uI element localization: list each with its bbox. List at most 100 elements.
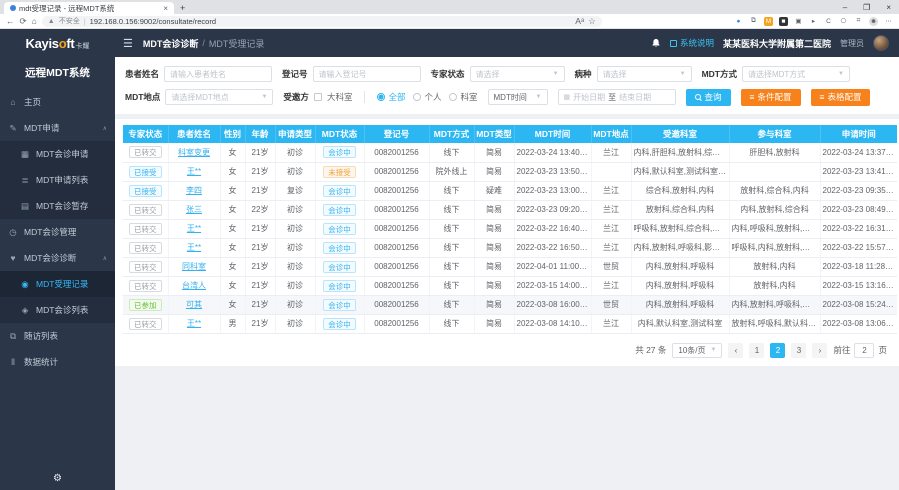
records-table-body: 已转交科室变更女21岁初诊会诊中0082001256线下简易2022-03-24… — [123, 143, 897, 333]
joined-departments-cell: 内科,放射科,综合科 — [729, 200, 820, 219]
breadcrumb-parent[interactable]: MDT会诊诊断 — [143, 37, 199, 50]
extensions-puzzle-icon[interactable]: ⌗ — [854, 17, 863, 26]
apply-type-cell: 初诊 — [275, 200, 315, 219]
sidebar-item-5[interactable]: ◷MDT会诊管理 — [0, 219, 115, 245]
registration-no-input[interactable] — [319, 70, 415, 79]
media-icon[interactable]: ▸ — [809, 17, 818, 26]
sidebar-item-1[interactable]: ✎MDT申请∧ — [0, 115, 115, 141]
sidebar-item-3[interactable]: ≣MDT申请列表 — [0, 167, 115, 193]
big-department-checkbox[interactable] — [314, 93, 322, 101]
gender-cell: 女 — [220, 219, 245, 238]
sidebar-item-9[interactable]: ⧉随访列表 — [0, 323, 115, 349]
mdt-time-cell: 2022-04-01 11:00:00 — [514, 257, 591, 276]
main-content: 患者姓名 登记号 专家状态 请选择▼ 病种 请选择▼ MDT方式 请选择 — [115, 57, 899, 490]
sidebar-item-label: MDT会诊诊断 — [24, 252, 76, 264]
invitee-radio-2[interactable]: 科室 — [449, 91, 477, 103]
goto-suffix: 页 — [878, 344, 887, 356]
status-tag: 会诊中 — [323, 223, 356, 235]
patient-name-link[interactable]: 王** — [187, 319, 201, 328]
window-maximize-button[interactable]: ❐ — [855, 3, 878, 12]
tab-close-icon[interactable]: × — [163, 4, 168, 13]
extension-dark-icon[interactable]: ■ — [779, 17, 788, 26]
search-button[interactable]: 查询 — [686, 89, 731, 106]
copy-icon[interactable]: ⧉ — [749, 17, 758, 26]
home-icon[interactable]: ⌂ — [32, 16, 37, 26]
mdt-type-cell: 简易 — [474, 238, 514, 257]
sync-icon[interactable]: C — [824, 17, 833, 26]
user-avatar[interactable] — [873, 35, 889, 51]
page-button-2[interactable]: 2 — [770, 343, 785, 358]
radio-icon — [449, 93, 457, 101]
disease-select[interactable]: 请选择▼ — [597, 66, 692, 82]
table-config-button[interactable]: ≡表格配置 — [811, 89, 871, 106]
sidebar-item-label: 随访列表 — [24, 330, 58, 342]
page-size-select[interactable]: 10条/页 ▼ — [672, 343, 722, 358]
refresh-icon[interactable]: ⟳ — [20, 16, 27, 27]
browser-tab[interactable]: mdt受理记录 - 远程MDT系统 × — [4, 2, 174, 14]
column-header: MDT状态 — [315, 125, 364, 143]
apply-type-cell: 初诊 — [275, 238, 315, 257]
sidebar-item-4[interactable]: ▤MDT会诊暂存 — [0, 193, 115, 219]
expert-status-cell: 已转交 — [123, 238, 168, 257]
screenshot-icon[interactable]: ▣ — [794, 17, 803, 26]
notification-bell-icon[interactable] — [651, 38, 661, 48]
next-page-button[interactable]: › — [812, 343, 827, 358]
patient-name-link[interactable]: 科室变更 — [178, 148, 210, 157]
sidebar-item-0[interactable]: ⌂主页 — [0, 89, 115, 115]
browser-menu-icon[interactable]: ⋯ — [884, 17, 893, 26]
sidebar-item-7[interactable]: ◉MDT受理记录 — [0, 271, 115, 297]
table-row: 已转交科室变更女21岁初诊会诊中0082001256线下简易2022-03-24… — [123, 143, 897, 162]
system-help-link[interactable]: 系统说明 — [670, 37, 714, 49]
url-field[interactable]: ▲ 不安全 | 192.168.0.156:9002/consultate/re… — [42, 16, 602, 27]
user-role[interactable]: 管理员 — [840, 38, 864, 49]
sidebar-item-2[interactable]: ▦MDT会诊申请 — [0, 141, 115, 167]
disease-placeholder: 请选择 — [603, 69, 627, 80]
patient-name-cell: 王** — [168, 219, 220, 238]
mdt-location-select[interactable]: 请选择MDT地点▼ — [165, 89, 273, 105]
patient-name-link[interactable]: 王** — [187, 167, 201, 176]
patient-name-link[interactable]: 可其 — [186, 300, 202, 309]
mdt-time-cell: 2022-03-08 16:00:00 — [514, 295, 591, 314]
settings-gear-icon[interactable]: ⚙ — [53, 473, 62, 484]
sidebar-menu: ⌂主页✎MDT申请∧▦MDT会诊申请≣MDT申请列表▤MDT会诊暂存◷MDT会诊… — [0, 89, 115, 375]
registration-no-cell: 0082001256 — [364, 257, 429, 276]
sidebar-item-10[interactable]: ⫴数据统计 — [0, 349, 115, 375]
back-icon[interactable]: ← — [6, 16, 15, 26]
heart-icon: ♥ — [8, 253, 18, 263]
browser-profile-avatar[interactable]: ☻ — [869, 17, 878, 26]
date-range-picker[interactable]: ▦ 开始日期 至 结束日期 — [558, 89, 676, 105]
patient-name-link[interactable]: 王** — [187, 243, 201, 252]
window-close-button[interactable]: × — [878, 3, 899, 12]
expert-status-select[interactable]: 请选择▼ — [470, 66, 565, 82]
patient-name-link[interactable]: 台湾人 — [182, 281, 206, 290]
sidebar-item-8[interactable]: ◈MDT会诊列表 — [0, 297, 115, 323]
page-button-1[interactable]: 1 — [749, 343, 764, 358]
joined-departments-cell: 放射科,内科 — [729, 276, 820, 295]
condition-config-button[interactable]: ≡条件配置 — [741, 89, 801, 106]
invitee-radio-0[interactable]: 全部 — [377, 91, 405, 103]
patient-name-link[interactable]: 王** — [187, 224, 201, 233]
page-button-3[interactable]: 3 — [791, 343, 806, 358]
extension-blue-icon[interactable]: ● — [734, 17, 743, 26]
new-tab-button[interactable]: + — [180, 3, 185, 13]
invitee-radio-1[interactable]: 个人 — [413, 91, 441, 103]
patient-name-link[interactable]: 张三 — [186, 205, 202, 214]
mdt-type-cell: 简易 — [474, 276, 514, 295]
extension-orange-icon[interactable]: M — [764, 17, 773, 26]
collapse-menu-icon[interactable]: ☰ — [123, 37, 133, 50]
column-header: MDT地点 — [591, 125, 631, 143]
mdt-mode-select[interactable]: 请选择MDT方式▼ — [742, 66, 850, 82]
mdt-time-cell: 2022-03-24 13:40:00 — [514, 143, 591, 162]
sidebar-item-6[interactable]: ♥MDT会诊诊断∧ — [0, 245, 115, 271]
expert-status-cell: 已转交 — [123, 276, 168, 295]
split-screen-icon[interactable]: ⎔ — [839, 17, 848, 26]
patient-name-link[interactable]: 同科室 — [182, 262, 206, 271]
time-type-select[interactable]: MDT时间▼ — [488, 89, 548, 105]
read-aloud-icon[interactable]: Aᵃ — [575, 16, 584, 26]
patient-name-input[interactable] — [170, 70, 266, 79]
window-minimize-button[interactable]: – — [835, 3, 855, 12]
goto-page-input[interactable] — [854, 343, 874, 358]
prev-page-button[interactable]: ‹ — [728, 343, 743, 358]
patient-name-link[interactable]: 李四 — [186, 186, 202, 195]
favorite-star-icon[interactable]: ☆ — [588, 16, 596, 27]
